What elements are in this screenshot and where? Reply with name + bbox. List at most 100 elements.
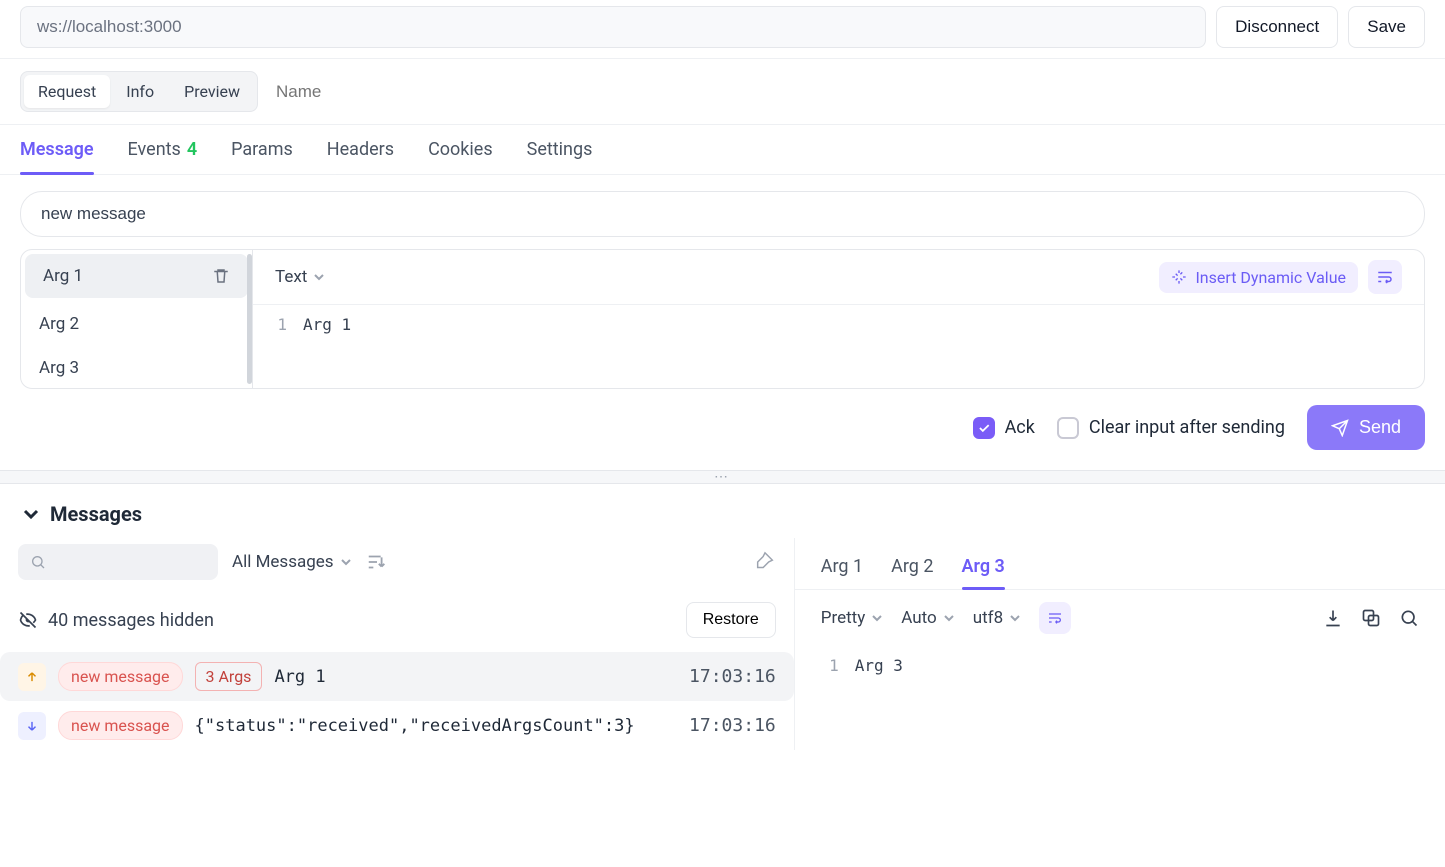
line-number: 1 [805,656,855,675]
arg-label: Arg 1 [43,266,83,286]
auto-label: Auto [901,608,936,628]
messages-list-pane: All Messages 40 messages hidden Restore … [0,538,795,750]
format-dropdown[interactable]: Pretty [821,608,884,628]
send-button[interactable]: Send [1307,405,1425,450]
event-tag: new message [58,662,183,691]
direction-up-icon [18,663,46,691]
code-area[interactable]: 1 Arg 1 [253,305,1424,344]
message-detail-pane: Arg 1 Arg 2 Arg 3 Pretty Auto utf8 1 Arg… [795,538,1445,750]
response-arg-tabs: Arg 1 Arg 2 Arg 3 [795,538,1445,590]
editor-header: Text Insert Dynamic Value [253,250,1424,305]
dynamic-label: Insert Dynamic Value [1195,268,1346,287]
arg-list[interactable]: Arg 1 Arg 2 Arg 3 [21,250,253,388]
message-name-input[interactable] [20,191,1425,237]
tab-request[interactable]: Request [24,75,110,108]
chevron-down-icon [313,271,325,283]
view-switcher-row: Request Info Preview [0,58,1445,125]
send-label: Send [1359,417,1401,438]
wrap-lines-button[interactable] [1039,602,1071,634]
content-type-label: Text [275,267,307,287]
tab-preview[interactable]: Preview [170,75,254,108]
wrap-icon [1376,268,1394,286]
view-switcher: Request Info Preview [20,71,258,112]
hidden-messages-row: 40 messages hidden Restore [0,594,794,652]
copy-icon[interactable] [1361,608,1381,628]
tab-events[interactable]: Events4 [128,139,198,174]
event-tag: new message [58,711,183,740]
restore-button[interactable]: Restore [686,602,776,638]
pane-resize-handle[interactable]: ⋯ [0,470,1445,484]
save-button[interactable]: Save [1348,6,1425,48]
ack-checkbox[interactable]: Ack [973,417,1035,439]
filter-label: All Messages [232,552,334,572]
arg-editor: Text Insert Dynamic Value 1 Arg 1 [253,250,1424,388]
request-name-input[interactable] [270,76,503,108]
send-icon [1331,419,1349,437]
trash-icon[interactable] [212,267,230,285]
message-row[interactable]: new message {"status":"received","receiv… [0,701,794,750]
message-editor: Arg 1 Arg 2 Arg 3 Text Insert Dynamic Va… [0,175,1445,389]
tab-message[interactable]: Message [20,139,94,174]
tab-info[interactable]: Info [112,75,168,108]
messages-panes: All Messages 40 messages hidden Restore … [0,538,1445,750]
pretty-label: Pretty [821,608,866,628]
message-body: {"status":"received","receivedArgsCount"… [195,716,635,736]
message-time: 17:03:16 [689,715,776,736]
messages-search[interactable] [18,544,218,580]
tab-headers[interactable]: Headers [327,139,394,174]
clear-label: Clear input after sending [1089,417,1285,438]
tab-events-label: Events [128,139,181,160]
resp-tab-arg1[interactable]: Arg 1 [821,546,863,589]
args-count: 3 Args [195,662,263,691]
hidden-count: 40 messages hidden [48,610,214,631]
encoding-label: utf8 [973,608,1003,628]
tab-cookies[interactable]: Cookies [428,139,493,174]
message-body: Arg 1 Arg 2 Arg 3 Text Insert Dynamic Va… [20,249,1425,389]
eye-off-icon [18,610,38,630]
download-icon[interactable] [1323,608,1343,628]
encoding-dropdown[interactable]: utf8 [973,608,1021,628]
tab-params[interactable]: Params [231,139,293,174]
broom-icon[interactable] [754,551,776,573]
code-line: Arg 1 [303,315,351,334]
code-line: Arg 3 [855,656,903,675]
response-toolbar: Pretty Auto utf8 [795,590,1445,646]
request-tabs: Message Events4 Params Headers Cookies S… [0,125,1445,175]
checkbox-empty-icon [1057,417,1079,439]
mode-dropdown[interactable]: Auto [901,608,954,628]
wrap-icon [1047,610,1063,626]
direction-down-icon [18,712,46,740]
ack-label: Ack [1005,417,1035,438]
arg-item[interactable]: Arg 2 [21,302,252,346]
arg-item[interactable]: Arg 1 [25,254,248,298]
resp-tab-arg3[interactable]: Arg 3 [962,546,1005,589]
tab-settings[interactable]: Settings [527,139,593,174]
arg-label: Arg 3 [39,358,79,378]
search-icon [30,554,46,570]
chevron-down-icon [1009,612,1021,624]
chevron-down-icon [871,612,883,624]
url-input[interactable] [20,6,1206,48]
resp-tab-arg2[interactable]: Arg 2 [891,546,933,589]
arg-item[interactable]: Arg 3 [21,346,252,388]
disconnect-button[interactable]: Disconnect [1216,6,1338,48]
sort-icon[interactable] [366,551,388,573]
messages-header[interactable]: Messages [0,484,1445,538]
message-row[interactable]: new message 3 Args Arg 1 17:03:16 [0,652,794,701]
chevron-down-icon [340,556,352,568]
wrap-lines-button[interactable] [1368,260,1402,294]
insert-dynamic-value-button[interactable]: Insert Dynamic Value [1159,262,1358,293]
checkbox-checked-icon [973,417,995,439]
messages-filter-bar: All Messages [0,538,794,594]
messages-title: Messages [50,502,142,526]
message-body: Arg 1 [274,667,325,687]
response-code[interactable]: 1 Arg 3 [795,646,1445,685]
messages-filter-dropdown[interactable]: All Messages [232,552,352,572]
clear-input-checkbox[interactable]: Clear input after sending [1057,417,1285,439]
chevron-down-icon [943,612,955,624]
chevron-down-icon [22,505,40,523]
arg-label: Arg 2 [39,314,79,334]
sparkle-icon [1171,269,1187,285]
content-type-dropdown[interactable]: Text [275,267,325,287]
search-icon[interactable] [1399,608,1419,628]
